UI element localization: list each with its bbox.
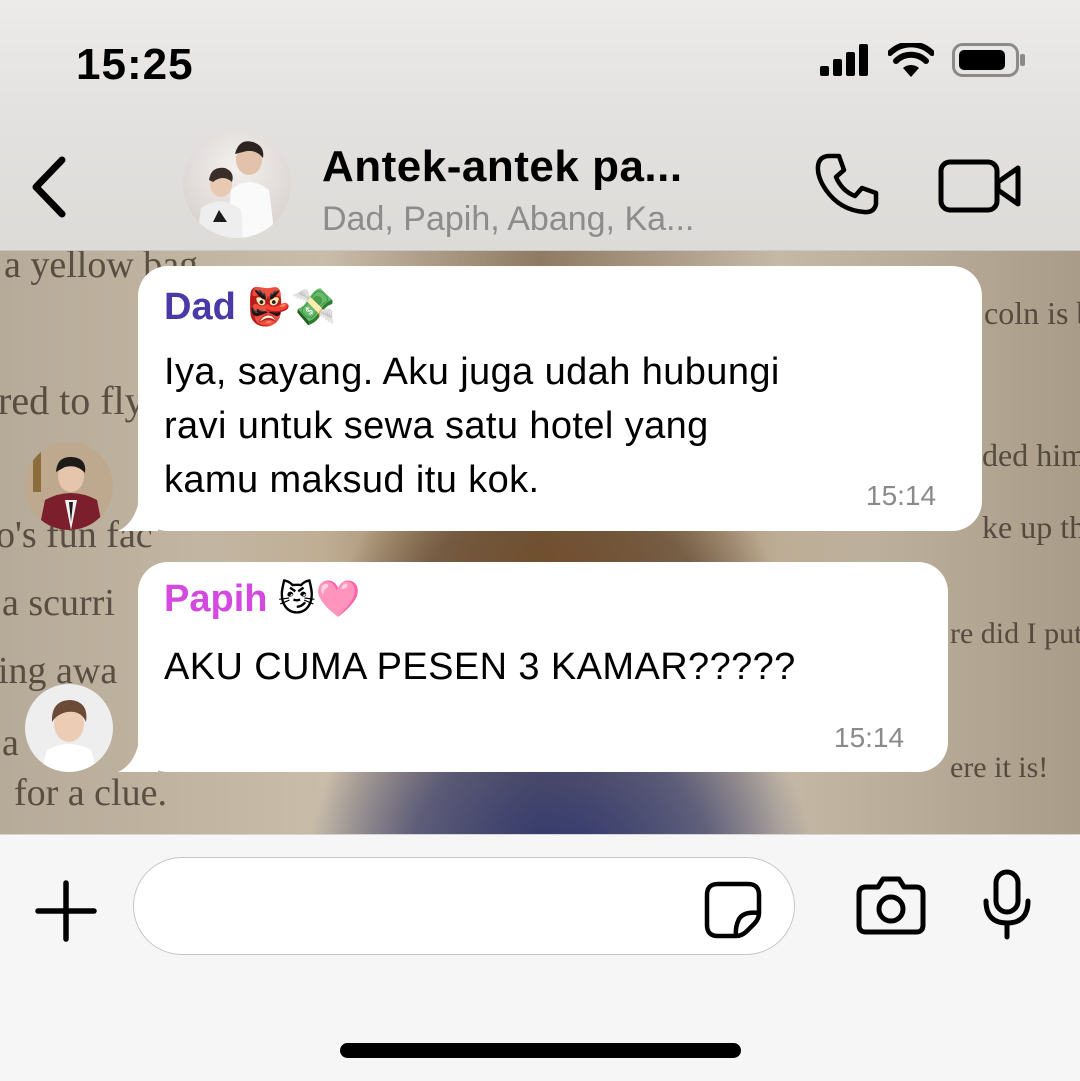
wallpaper-text: red to fly bbox=[0, 378, 145, 423]
message-text-line: kamu maksud itu kok. bbox=[164, 459, 540, 501]
message-timestamp: 15:14 bbox=[866, 480, 937, 511]
wallpaper-text: a bbox=[2, 722, 19, 764]
message-input[interactable] bbox=[133, 857, 795, 955]
message-text-line: ravi untuk sewa satu hotel yang bbox=[164, 405, 709, 447]
wallpaper-text: for a clue. bbox=[14, 772, 167, 814]
sticker-button[interactable] bbox=[704, 881, 762, 939]
camera-icon bbox=[856, 876, 926, 935]
avatar-photo-icon bbox=[25, 684, 113, 772]
video-camera-icon bbox=[938, 159, 1021, 213]
message-text-line: AKU CUMA PESEN 3 KAMAR????? bbox=[164, 646, 796, 688]
phone-icon bbox=[815, 153, 879, 215]
microphone-button[interactable] bbox=[980, 869, 1034, 941]
chat-members[interactable]: Dad, Papih, Abang, Ka... bbox=[322, 200, 694, 239]
composer-bar bbox=[0, 834, 1080, 1081]
back-button[interactable] bbox=[22, 150, 82, 220]
chat-title[interactable]: Antek-antek pa... bbox=[322, 142, 683, 192]
avatar-dad[interactable] bbox=[25, 442, 113, 530]
message-bubble[interactable]: Papih 😼🩷 AKU CUMA PESEN 3 KAMAR????? 15:… bbox=[118, 562, 948, 772]
wallpaper-text: re did I put t bbox=[950, 617, 1080, 650]
bubble-tail bbox=[118, 736, 158, 772]
sender-emoji: 👺💸 bbox=[246, 286, 337, 327]
attach-button[interactable] bbox=[34, 879, 98, 943]
microphone-icon bbox=[983, 869, 1031, 940]
message-text-line: Iya, sayang. Aku juga udah hubungi bbox=[164, 351, 780, 393]
home-indicator bbox=[340, 1043, 741, 1058]
group-photo-icon bbox=[197, 141, 275, 238]
chat-header: Antek-antek pa... Dad, Papih, Abang, Ka.… bbox=[0, 110, 1080, 251]
wallpaper-text: ere it is! bbox=[950, 751, 1049, 784]
cellular-signal-icon bbox=[820, 44, 868, 76]
sender-name: Dad bbox=[164, 286, 236, 328]
chevron-left-icon bbox=[32, 156, 66, 218]
message-bubble[interactable]: Dad 👺💸 Iya, sayang. Aku juga udah hubung… bbox=[118, 266, 982, 531]
message-sender[interactable]: Papih 😼🩷 bbox=[164, 578, 360, 621]
wallpaper-text: ke up the bbox=[982, 509, 1080, 545]
message-sender[interactable]: Dad 👺💸 bbox=[164, 286, 336, 329]
group-avatar[interactable] bbox=[183, 130, 291, 238]
wifi-icon bbox=[888, 43, 934, 77]
status-icons bbox=[820, 42, 1026, 78]
wallpaper-text: coln is b bbox=[984, 295, 1080, 331]
sender-emoji: 😼🩷 bbox=[278, 578, 361, 619]
battery-icon bbox=[952, 43, 1025, 77]
avatar-photo-icon bbox=[25, 442, 113, 530]
sticker-icon bbox=[704, 881, 762, 939]
plus-icon bbox=[35, 880, 97, 942]
wallpaper-text: ded him t bbox=[982, 437, 1080, 473]
voice-call-button[interactable] bbox=[812, 150, 882, 220]
wallpaper-text: a scurri bbox=[2, 582, 115, 624]
video-call-button[interactable] bbox=[938, 158, 1024, 214]
avatar-papih[interactable] bbox=[25, 684, 113, 772]
message-timestamp: 15:14 bbox=[834, 722, 905, 753]
bubble-tail bbox=[118, 495, 158, 531]
sender-name: Papih bbox=[164, 578, 268, 620]
status-time: 15:25 bbox=[76, 40, 194, 89]
camera-button[interactable] bbox=[856, 875, 926, 935]
status-bar: 15:25 bbox=[0, 0, 1080, 110]
